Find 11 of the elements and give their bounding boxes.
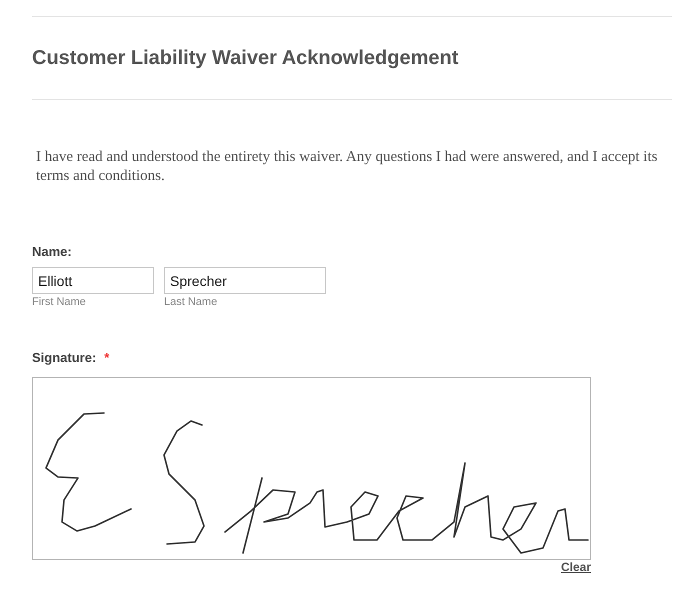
name-label: Name: [32, 244, 73, 259]
name-input-field[interactable]: Sprecher [164, 267, 326, 294]
signature-pad[interactable] [32, 377, 591, 560]
signature-label: Signature: [32, 350, 96, 365]
name-input-field[interactable]: Elliott [32, 267, 154, 294]
field-sublabel: Last Name [164, 296, 218, 308]
field-sublabel: First Name [32, 296, 87, 308]
waiver-statement: I have read and understood the entirety this waiver. Any questions I had were answered, and I accept its terms and conditions. [36, 148, 658, 186]
form-title: Customer Liability Waiver Acknowledgement [32, 46, 460, 71]
clear-link[interactable]: Clear [560, 560, 591, 574]
required-mark: * [104, 350, 110, 365]
